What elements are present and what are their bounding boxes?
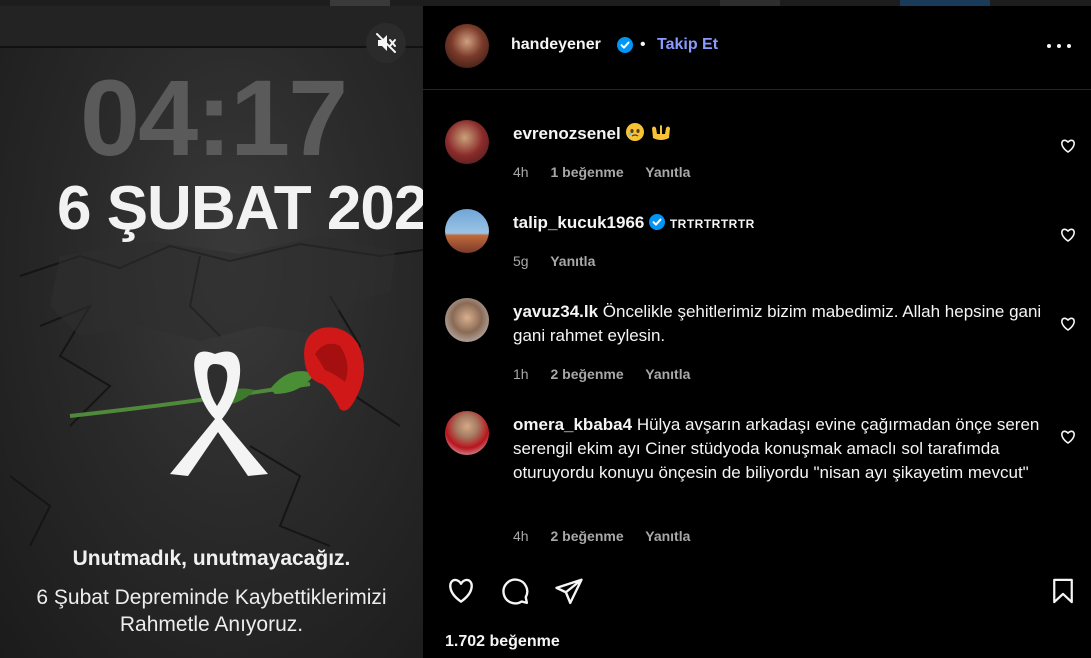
comment-meta: 4h 2 beğenme Yanıtla (513, 528, 708, 545)
bookmark-icon[interactable] (1049, 576, 1077, 606)
comment-likes[interactable]: 2 beğenme (550, 366, 623, 382)
reply-button[interactable]: Yanıtla (645, 366, 690, 382)
verified-badge-icon (649, 214, 666, 230)
comment-text: yavuz34.lk Öncelikle şehitlerimiz bizim … (513, 300, 1043, 348)
comment-text: omera_kbaba4 Hülya avşarın arkadaşı evin… (513, 413, 1058, 485)
comment-text: talip_kucuk1966 TRTRTRTRTR (513, 211, 1043, 236)
comment-likes[interactable]: 2 beğenme (550, 528, 623, 544)
comment-like-heart-icon[interactable] (1060, 429, 1076, 445)
comment-like-heart-icon[interactable] (1060, 316, 1076, 332)
comment-item: evrenozsenel 4h 1 beğenme Yanıtla (423, 120, 1091, 180)
comment-meta: 4h 1 beğenme Yanıtla (513, 164, 708, 181)
comment-item: yavuz34.lk Öncelikle şehitlerimiz bizim … (423, 298, 1091, 382)
author-avatar[interactable] (445, 24, 489, 68)
mute-button[interactable] (366, 23, 406, 63)
comment-body: TRTRTRTRTR (669, 217, 755, 231)
comment-time: 4h (513, 528, 529, 544)
comment-text: evrenozsenel (513, 122, 1043, 146)
media-caption-line2b: Rahmetle Anıyoruz. (119, 613, 304, 637)
author-username[interactable]: handeyener (511, 35, 601, 54)
verified-badge-icon (617, 37, 633, 53)
comment-item: omera_kbaba4 Hülya avşarın arkadaşı evin… (423, 411, 1091, 544)
face-holding-back-tears-icon (626, 123, 645, 141)
comment-item: talip_kucuk1966 TRTRTRTRTR 5g Yanıtla (423, 209, 1091, 269)
palms-up-together-icon (652, 125, 671, 140)
commenter-username[interactable]: omera_kbaba4 (513, 415, 632, 434)
comment-icon[interactable] (499, 576, 531, 606)
commenter-avatar[interactable] (445, 120, 489, 164)
commenter-avatar[interactable] (445, 298, 489, 342)
post-header: handeyener • Takip Et (423, 6, 1091, 90)
reply-button[interactable]: Yanıtla (645, 528, 690, 544)
reply-button[interactable]: Yanıtla (550, 253, 595, 269)
media-caption-line2: 6 Şubat Depreminde Kaybettiklerimizi Rah… (0, 584, 423, 639)
heart-icon[interactable] (445, 576, 477, 606)
like-count[interactable]: 1.702 beğenme (445, 632, 560, 651)
commenter-username[interactable]: evrenozsenel (513, 124, 621, 143)
commenter-username[interactable]: yavuz34.lk (513, 302, 598, 321)
media-date-text: 6 ŞUBAT 2023 (57, 174, 423, 243)
speaker-muted-icon (376, 33, 396, 53)
media-caption-line1: Unutmadık, unutmayacağız. (72, 547, 351, 570)
comment-time: 4h (513, 164, 529, 180)
post-actions (423, 572, 1091, 612)
comment-time: 5g (513, 253, 529, 269)
media-time-text: 04:17 (80, 57, 348, 178)
comment-like-heart-icon[interactable] (1060, 227, 1076, 243)
commenter-avatar[interactable] (445, 209, 489, 253)
comment-meta: 5g Yanıtla (513, 253, 613, 270)
comment-like-heart-icon[interactable] (1060, 138, 1076, 154)
comment-time: 1h (513, 366, 529, 382)
commenter-avatar[interactable] (445, 411, 489, 455)
comment-likes[interactable]: 1 beğenme (550, 164, 623, 180)
comment-meta: 1h 2 beğenme Yanıtla (513, 366, 708, 383)
reply-button[interactable]: Yanıtla (645, 164, 690, 180)
post-media[interactable]: 04:17 6 ŞUBAT 2023 Unutmadık, unutmayaca… (0, 6, 423, 658)
more-options-button[interactable] (1045, 36, 1073, 56)
media-caption-line2a: 6 Şubat Depreminde Kaybettiklerimizi (36, 586, 387, 609)
ribbon-rose-icon (69, 327, 364, 476)
follow-button[interactable]: Takip Et (657, 35, 718, 54)
share-icon[interactable] (553, 576, 585, 606)
post-side-panel: handeyener • Takip Et evrenozsenel 4h 1 … (423, 6, 1091, 658)
header-separator: • (640, 36, 646, 53)
commenter-username[interactable]: talip_kucuk1966 (513, 213, 644, 232)
